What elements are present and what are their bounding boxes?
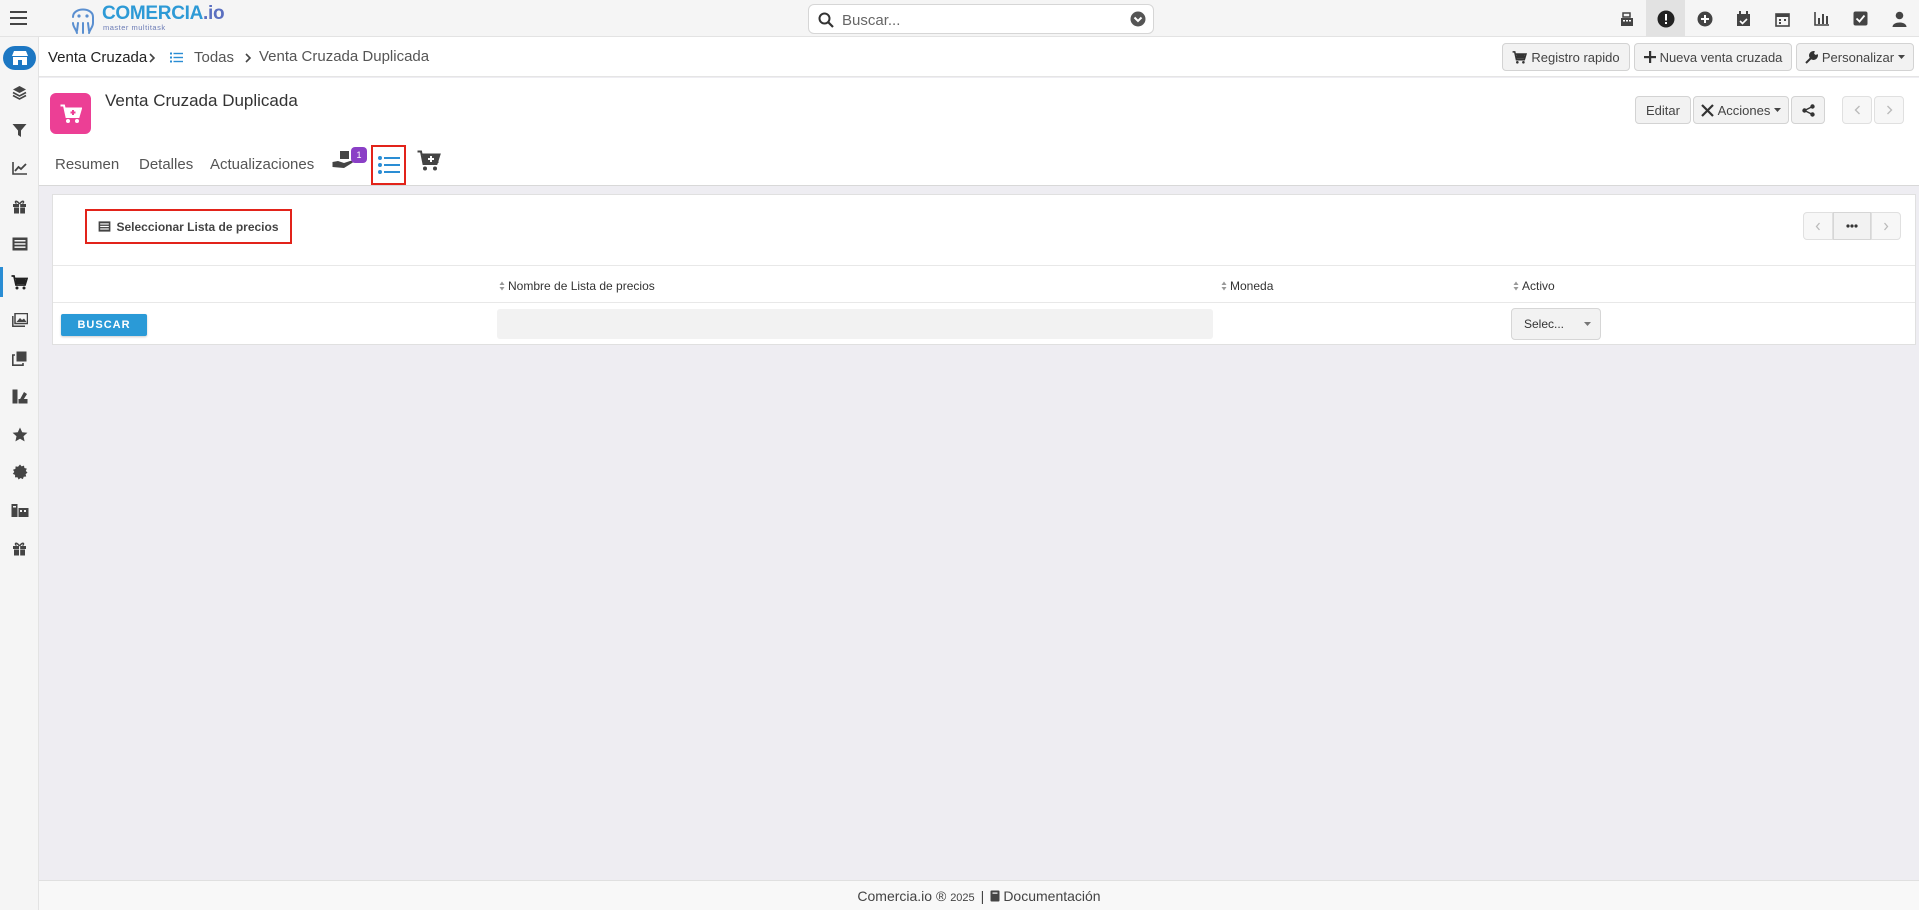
sidebar-gift-icon-2[interactable] [0, 533, 39, 563]
search-input[interactable] [842, 11, 1122, 29]
page-prev-button[interactable] [1803, 212, 1833, 240]
column-header-name[interactable]: Nombre de Lista de precios [499, 279, 655, 293]
share-button[interactable] [1791, 96, 1825, 124]
list-alt-icon [99, 221, 111, 232]
plus-icon [1643, 51, 1656, 63]
breadcrumb-bar: Venta Cruzada Todas Venta Cruzada Duplic… [39, 37, 1919, 77]
new-cross-sale-button[interactable]: Nueva venta cruzada [1634, 43, 1792, 71]
tab-cart-plus[interactable] [417, 150, 441, 171]
quick-register-button[interactable]: Registro rapido [1502, 43, 1630, 71]
chevron-right-icon [245, 53, 252, 63]
next-record-button[interactable] [1874, 96, 1904, 124]
menu-icon[interactable] [9, 9, 29, 27]
list-icon [377, 156, 400, 174]
sidebar [0, 37, 39, 910]
sidebar-layers-icon[interactable] [0, 77, 39, 107]
footer-separator: | [980, 887, 985, 904]
search-icon [818, 12, 834, 28]
app-tagline: master multitask [103, 23, 166, 32]
checkbox-icon[interactable] [1841, 0, 1880, 37]
sidebar-cart-icon[interactable] [0, 267, 39, 297]
app-name: COMERCIA.io [102, 3, 225, 24]
tab-summary[interactable]: Resumen [55, 156, 119, 173]
ellipsis-icon [1846, 224, 1858, 228]
previous-record-button[interactable] [1842, 96, 1872, 124]
wrench-icon [1805, 50, 1818, 64]
active-filter-select[interactable]: Selec... [1511, 308, 1601, 340]
footer: Comercia.io ® 2025 | Documentación [39, 880, 1919, 910]
record-header: Venta Cruzada Duplicada Editar Acciones … [39, 78, 1919, 186]
cart-icon [1512, 50, 1528, 64]
cart-plus-icon [417, 150, 441, 171]
tab-details[interactable]: Detalles [139, 156, 193, 173]
sidebar-clone-icon[interactable] [0, 343, 39, 373]
global-search[interactable] [808, 4, 1154, 34]
sidebar-chart-line-icon[interactable] [0, 153, 39, 183]
bar-chart-icon[interactable] [1802, 0, 1841, 37]
chevron-down-circle-icon[interactable] [1130, 11, 1146, 27]
top-bar: COMERCIA.io master multitask [0, 0, 1919, 37]
book-icon [990, 890, 1000, 901]
actions-button[interactable]: Acciones [1693, 96, 1789, 124]
footer-brand: Comercia.io ® 2025 [857, 887, 975, 904]
more-options-button[interactable] [1833, 212, 1871, 240]
sidebar-boxes-icon[interactable] [0, 495, 39, 525]
caret-down-icon [1584, 322, 1591, 326]
sidebar-home-store-icon[interactable] [3, 46, 36, 70]
cart-plus-icon [50, 93, 91, 134]
column-header-active[interactable]: Activo [1513, 279, 1555, 293]
caret-down-icon [1898, 54, 1906, 59]
sidebar-images-icon[interactable] [0, 305, 39, 335]
sort-icon [499, 281, 505, 291]
caret-down-icon [1774, 107, 1782, 112]
tab-price-lists[interactable] [371, 145, 406, 185]
column-header-currency[interactable]: Moneda [1221, 279, 1273, 293]
sidebar-list-alt-icon[interactable] [0, 229, 39, 259]
alert-icon[interactable] [1646, 0, 1685, 37]
cash-register-icon[interactable] [1607, 0, 1646, 37]
calendar-check-icon[interactable] [1724, 0, 1763, 37]
chevron-left-icon [1815, 222, 1820, 230]
select-price-list-button[interactable]: Seleccionar Lista de precios [85, 209, 292, 244]
breadcrumb-module[interactable]: Venta Cruzada [48, 49, 147, 66]
breadcrumb-list[interactable]: Todas [194, 49, 234, 66]
price-list-name-filter[interactable] [497, 309, 1213, 339]
divider [53, 265, 1915, 266]
breadcrumb-current: Venta Cruzada Duplicada [259, 48, 430, 65]
price-list-panel: Seleccionar Lista de precios Nombre de L… [52, 194, 1916, 345]
sort-icon [1221, 281, 1227, 291]
sidebar-filter-icon[interactable] [0, 115, 39, 145]
sidebar-star-icon[interactable] [0, 419, 39, 449]
edit-button[interactable]: Editar [1635, 96, 1691, 124]
calendar-icon[interactable] [1763, 0, 1802, 37]
sidebar-swatch-icon[interactable] [0, 381, 39, 411]
sidebar-certificate-icon[interactable] [0, 457, 39, 487]
page-next-button[interactable] [1871, 212, 1901, 240]
tab-updates[interactable]: Actualizaciones [210, 156, 314, 173]
documentation-link[interactable]: Documentación [990, 888, 1101, 904]
tools-icon [1700, 103, 1714, 117]
list-icon [170, 52, 183, 63]
plus-circle-icon[interactable] [1685, 0, 1724, 37]
top-icon-bar [1607, 0, 1919, 37]
divider [53, 302, 1915, 303]
chevron-right-icon [1886, 105, 1892, 115]
share-icon [1801, 103, 1815, 117]
chevron-right-icon [1884, 222, 1889, 230]
user-icon[interactable] [1880, 0, 1919, 37]
customize-button[interactable]: Personalizar [1796, 43, 1914, 71]
record-title: Venta Cruzada Duplicada [105, 91, 298, 110]
chevron-right-icon [149, 53, 156, 63]
search-button[interactable]: BUSCAR [61, 314, 147, 336]
chevron-left-icon [1854, 105, 1860, 115]
octopus-logo-icon [72, 8, 94, 34]
sort-icon [1513, 281, 1519, 291]
tab-badge: 1 [351, 147, 367, 163]
sidebar-gift-icon[interactable] [0, 191, 39, 221]
